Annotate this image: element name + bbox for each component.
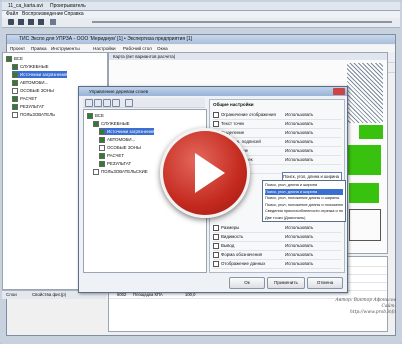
player-menu-playback[interactable]: Воспроизведение xyxy=(22,11,63,18)
app-menu-project[interactable]: Проект xyxy=(10,45,25,52)
rewind-icon[interactable] xyxy=(28,19,34,25)
map-green-zone xyxy=(345,145,381,175)
app-menu-tools[interactable]: Инструменты xyxy=(51,45,80,52)
checkbox-icon[interactable] xyxy=(213,260,219,267)
checkbox-icon[interactable] xyxy=(99,152,105,159)
play-icon xyxy=(195,153,225,193)
checkbox-icon[interactable] xyxy=(12,103,18,110)
prop-row[interactable]: Видимость Использовать xyxy=(213,233,341,242)
tree-item[interactable]: ПОЛЬЗОВАТЕЛЬСКИЕ xyxy=(93,168,148,175)
checkbox-icon[interactable] xyxy=(99,128,105,135)
tree-item[interactable]: ВСЕ xyxy=(87,112,104,119)
stop-icon[interactable] xyxy=(18,19,24,25)
player-app-name: Проигрыватель xyxy=(50,3,86,9)
play-overlay-button[interactable] xyxy=(160,128,250,218)
tree-item-selected[interactable]: Источники загрязнения xyxy=(12,71,68,78)
cancel-button[interactable]: Отмена xyxy=(307,277,343,289)
fast-forward-icon[interactable] xyxy=(38,19,44,25)
checkbox-icon[interactable] xyxy=(12,87,18,94)
prop-row[interactable]: Форма обозначения Использовать xyxy=(213,251,341,260)
player-titlebar: 11_ca_karta.avi Проигрыватель xyxy=(2,2,400,11)
tree-item[interactable]: СЛУЖЕБНЫЕ xyxy=(93,120,130,127)
prop-row[interactable]: Размеры Использовать xyxy=(213,224,341,233)
move-up-icon[interactable] xyxy=(103,99,111,107)
layers-tab[interactable]: Слои xyxy=(6,291,17,299)
dialog-title: Управление деревом слоев xyxy=(89,89,149,94)
checkbox-icon[interactable] xyxy=(12,79,18,86)
app-title-text: ТИС Экспо для УПРЗА - ООО 'Меридиум' [1]… xyxy=(19,36,193,42)
checkbox-icon[interactable] xyxy=(12,95,18,102)
prop-row[interactable]: Отображение данных Использовать xyxy=(213,260,341,269)
checkbox-icon[interactable] xyxy=(93,120,99,127)
map-tab[interactable]: Карта (вет вариантов расчета) xyxy=(109,53,387,60)
tree-item[interactable]: АВТОМОБИ... xyxy=(99,136,135,143)
settings-panel-title: Общие настройки xyxy=(213,102,254,107)
checkbox-icon[interactable] xyxy=(213,120,219,127)
player-file-name: 11_ca_karta.avi xyxy=(8,3,43,9)
checkbox-icon[interactable] xyxy=(99,144,105,151)
checkbox-icon[interactable] xyxy=(99,160,105,167)
tree-item[interactable]: ОСОБЫЕ ЗОНЫ xyxy=(12,87,54,94)
checkbox-icon[interactable] xyxy=(93,168,99,175)
tree-item[interactable]: РАСЧЕТ xyxy=(12,95,37,102)
map-green-zone xyxy=(349,183,379,203)
tree-item[interactable]: РЕЗУЛЬТАТ xyxy=(12,103,44,110)
tree-item[interactable]: РЕЗУЛЬТАТ xyxy=(99,160,131,167)
folder-icon[interactable] xyxy=(125,99,133,107)
volume-icon[interactable] xyxy=(50,19,56,25)
checkbox-icon[interactable] xyxy=(12,71,18,78)
player-menu-bar: Файл Воспроизведение Справка xyxy=(2,11,400,18)
map-green-zone xyxy=(359,125,383,139)
map-hatched-area xyxy=(347,63,383,123)
app-menu-settings[interactable]: Настройки xyxy=(93,45,116,52)
ok-button[interactable]: Ок xyxy=(229,277,265,289)
dialog-titlebar: Управление деревом слоев xyxy=(79,87,347,96)
binding-dropdown-list: Поиск, угол, длина и ширина Поиск, угол,… xyxy=(262,180,346,222)
checkbox-icon[interactable] xyxy=(213,242,219,249)
seek-bar[interactable] xyxy=(92,21,392,23)
tree-item[interactable]: ОСОБЫЕ ЗОНЫ xyxy=(99,144,141,151)
remove-layer-icon[interactable] xyxy=(94,99,102,107)
prop-row[interactable]: Ограничение отображения Использовать xyxy=(213,111,341,120)
author-watermark: Автор: Виктор Афонасов Сайт: http://www.… xyxy=(335,298,396,315)
checkbox-icon[interactable] xyxy=(6,55,12,62)
tree-item[interactable]: РАСЧЕТ xyxy=(99,152,124,159)
props-tab[interactable]: Свойства фиг.(р) xyxy=(32,291,66,299)
tree-item-selected[interactable]: Источники загрязнения xyxy=(99,128,155,135)
checkbox-icon[interactable] xyxy=(213,233,219,240)
checkbox-icon[interactable] xyxy=(213,251,219,258)
map-building xyxy=(349,209,381,241)
app-menu-edit[interactable]: Правка xyxy=(31,45,47,52)
app-menu-bar: Проект Правка Инструменты Настройки Рабо… xyxy=(7,45,395,52)
prop-row[interactable]: Вывод Использовать xyxy=(213,242,341,251)
add-layer-icon[interactable] xyxy=(85,99,93,107)
tree-item[interactable]: СЛУЖЕБНЫЕ xyxy=(12,63,49,70)
checkbox-icon[interactable] xyxy=(99,136,105,143)
tree-item[interactable]: АВТОМОБИ... xyxy=(12,79,48,86)
move-down-icon[interactable] xyxy=(112,99,120,107)
player-menu-help[interactable]: Справка xyxy=(64,11,84,18)
checkbox-icon[interactable] xyxy=(213,224,219,231)
apply-button[interactable]: Применить xyxy=(267,277,305,289)
player-menu-file[interactable]: Файл xyxy=(6,11,18,18)
app-menu-desktop[interactable]: Рабочий стол xyxy=(123,45,152,52)
checkbox-icon[interactable] xyxy=(12,63,18,70)
tree-item[interactable]: ВСЕ xyxy=(6,55,23,62)
app-menu-windows[interactable]: Окна xyxy=(157,45,168,52)
dialog-toolbar xyxy=(83,98,205,108)
tree-item[interactable]: ПОЛЬЗОВАТЕЛЬ xyxy=(12,111,55,118)
close-icon[interactable] xyxy=(333,88,345,95)
play-control-icon[interactable] xyxy=(8,19,14,25)
player-controls xyxy=(2,18,400,28)
checkbox-icon[interactable] xyxy=(213,111,219,118)
checkbox-icon[interactable] xyxy=(12,111,18,118)
prop-row[interactable]: Текст точек Использовать xyxy=(213,120,341,129)
checkbox-icon[interactable] xyxy=(87,112,93,119)
app-titlebar: ТИС Экспо для УПРЗА - ООО 'Меридиум' [1]… xyxy=(7,35,395,44)
dropdown-option[interactable]: Две точки (Диагональ) xyxy=(265,215,343,222)
